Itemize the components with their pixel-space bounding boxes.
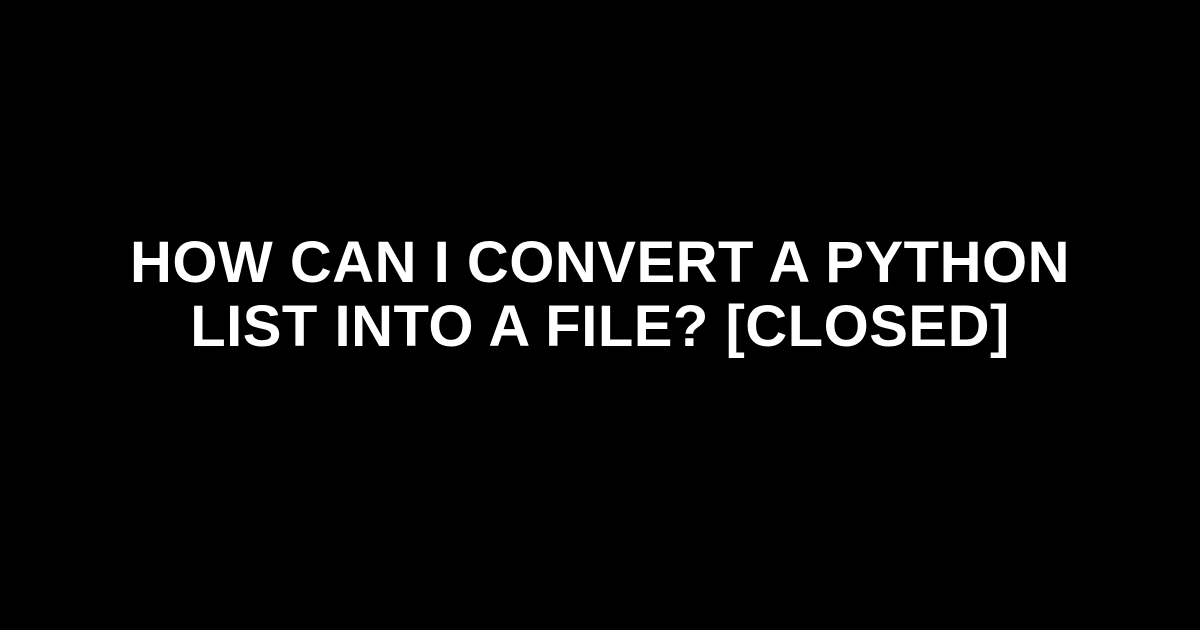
title-container: How can I convert a Python list into a f… <box>0 231 1200 359</box>
page-title: How can I convert a Python list into a f… <box>60 231 1140 359</box>
